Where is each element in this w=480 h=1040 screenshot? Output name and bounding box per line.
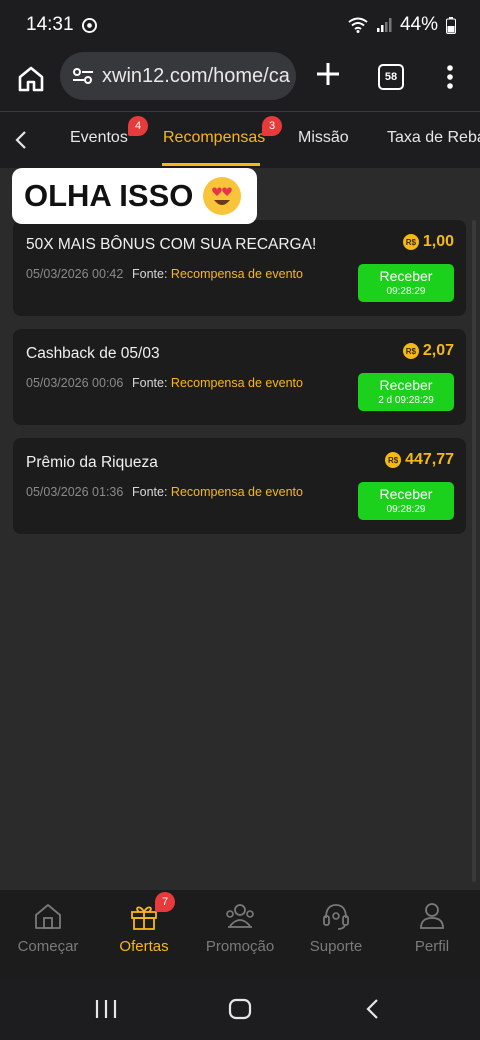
- home-button-icon[interactable]: [228, 998, 252, 1020]
- scrollbar[interactable]: [472, 220, 476, 882]
- source-value: Recompensa de evento: [170, 485, 303, 499]
- active-tab-indicator: [162, 163, 260, 166]
- receive-button[interactable]: Receber 09:28:29: [358, 264, 454, 302]
- source-value: Recompensa de evento: [170, 376, 303, 390]
- reward-title: 50X MAIS BÔNUS COM SUA RECARGA!: [26, 236, 317, 253]
- reward-card: Cashback de 05/03 R$ 2,07 05/03/2026 00:…: [13, 329, 466, 425]
- source-label: Fonte:: [132, 485, 168, 499]
- recent-apps-icon[interactable]: [94, 998, 118, 1020]
- reward-title: Prêmio da Riqueza: [26, 454, 158, 471]
- nav-perfil[interactable]: Perfil: [384, 890, 480, 980]
- bottom-nav: Começar 7 Ofertas Promoção Suporte Perfi…: [0, 890, 480, 980]
- reward-amount-value: 2,07: [422, 342, 454, 359]
- nav-ofertas[interactable]: 7 Ofertas: [96, 890, 192, 980]
- battery-icon: [446, 16, 456, 34]
- new-tab-icon[interactable]: [312, 58, 344, 90]
- back-button-icon[interactable]: [364, 998, 382, 1020]
- reward-source: Fonte: Recompensa de evento: [132, 485, 303, 499]
- tab-eventos[interactable]: Eventos: [70, 129, 128, 147]
- status-time: 14:31: [26, 14, 74, 35]
- user-icon: [420, 903, 444, 929]
- tab-recompensas[interactable]: Recompensas: [163, 129, 265, 147]
- more-menu-icon[interactable]: [440, 62, 460, 92]
- wifi-icon: [348, 17, 368, 33]
- nav-label: Perfil: [414, 938, 450, 955]
- receive-button-label: Receber: [379, 377, 433, 393]
- overlay-text: OLHA ISSO: [24, 178, 194, 213]
- people-icon: [226, 904, 254, 928]
- nav-comecar[interactable]: Começar: [0, 890, 96, 980]
- currency-coin-icon: R$: [402, 234, 419, 250]
- url-bar[interactable]: xwin12.com/home/ca: [60, 52, 296, 100]
- currency-coin-icon: R$: [402, 343, 419, 359]
- tab-taxa-de-rebate[interactable]: Taxa de Rebat: [387, 129, 480, 147]
- receive-button-label: Receber: [379, 486, 433, 502]
- source-label: Fonte:: [132, 267, 168, 281]
- reward-title: Cashback de 05/03: [26, 345, 160, 362]
- reward-date: 05/03/2026 01:36: [26, 485, 124, 499]
- battery-percent: 44%: [399, 14, 438, 35]
- home-icon: [35, 904, 61, 929]
- ofertas-badge: 7: [155, 892, 175, 912]
- receive-timer: 09:28:29: [386, 286, 426, 297]
- nav-label: Suporte: [309, 938, 363, 955]
- receive-timer: 2 d 09:28:29: [378, 395, 434, 406]
- reward-source: Fonte: Recompensa de evento: [132, 376, 303, 390]
- reward-amount-value: 1,00: [422, 233, 454, 250]
- reward-date: 05/03/2026 00:42: [26, 267, 124, 281]
- tab-missao[interactable]: Missão: [298, 129, 349, 147]
- reward-card: 50X MAIS BÔNUS COM SUA RECARGA! R$ 1,00 …: [13, 220, 466, 316]
- receive-button-label: Receber: [379, 268, 433, 284]
- receive-button[interactable]: Receber 2 d 09:28:29: [358, 373, 454, 411]
- reward-amount: R$ 1,00: [402, 233, 454, 251]
- reward-amount: R$ 447,77: [385, 451, 454, 469]
- url-text: xwin12.com/home/ca: [102, 64, 290, 87]
- status-bar: 14:31 44%: [0, 0, 480, 50]
- browser-toolbar: xwin12.com/home/ca 58: [0, 50, 480, 112]
- browser-home-icon[interactable]: [14, 62, 48, 96]
- reward-source: Fonte: Recompensa de evento: [132, 267, 303, 281]
- chevron-left-icon[interactable]: [10, 128, 34, 152]
- reward-amount-value: 447,77: [405, 451, 454, 468]
- signal-icon: [376, 18, 392, 32]
- nav-label: Começar: [17, 938, 79, 955]
- system-nav-bar: [0, 980, 480, 1040]
- category-tabs: Eventos 4 Recompensas 3 Missão Taxa de R…: [0, 112, 480, 168]
- source-label: Fonte:: [132, 376, 168, 390]
- chrome-icon: [81, 17, 97, 33]
- nav-label: Promoção: [205, 938, 275, 955]
- tab-recompensas-badge: 3: [262, 116, 282, 136]
- tab-switcher-button[interactable]: 58: [378, 64, 404, 90]
- nav-label: Ofertas: [119, 938, 169, 955]
- source-value: Recompensa de evento: [170, 267, 303, 281]
- receive-timer: 09:28:29: [386, 504, 426, 515]
- receive-button[interactable]: Receber 09:28:29: [358, 482, 454, 520]
- overlay-sticker: OLHA ISSO: [12, 168, 257, 224]
- nav-promocao[interactable]: Promoção: [192, 890, 288, 980]
- reward-amount: R$ 2,07: [402, 342, 454, 360]
- tab-eventos-badge: 4: [128, 116, 148, 136]
- reward-date: 05/03/2026 00:06: [26, 376, 124, 390]
- reward-card: Prêmio da Riqueza R$ 447,77 05/03/2026 0…: [13, 438, 466, 534]
- headset-icon: [323, 904, 349, 930]
- currency-coin-icon: R$: [385, 452, 402, 468]
- heart-eyes-emoji-icon: [203, 177, 242, 215]
- nav-suporte[interactable]: Suporte: [288, 890, 384, 980]
- site-settings-icon[interactable]: [72, 67, 94, 85]
